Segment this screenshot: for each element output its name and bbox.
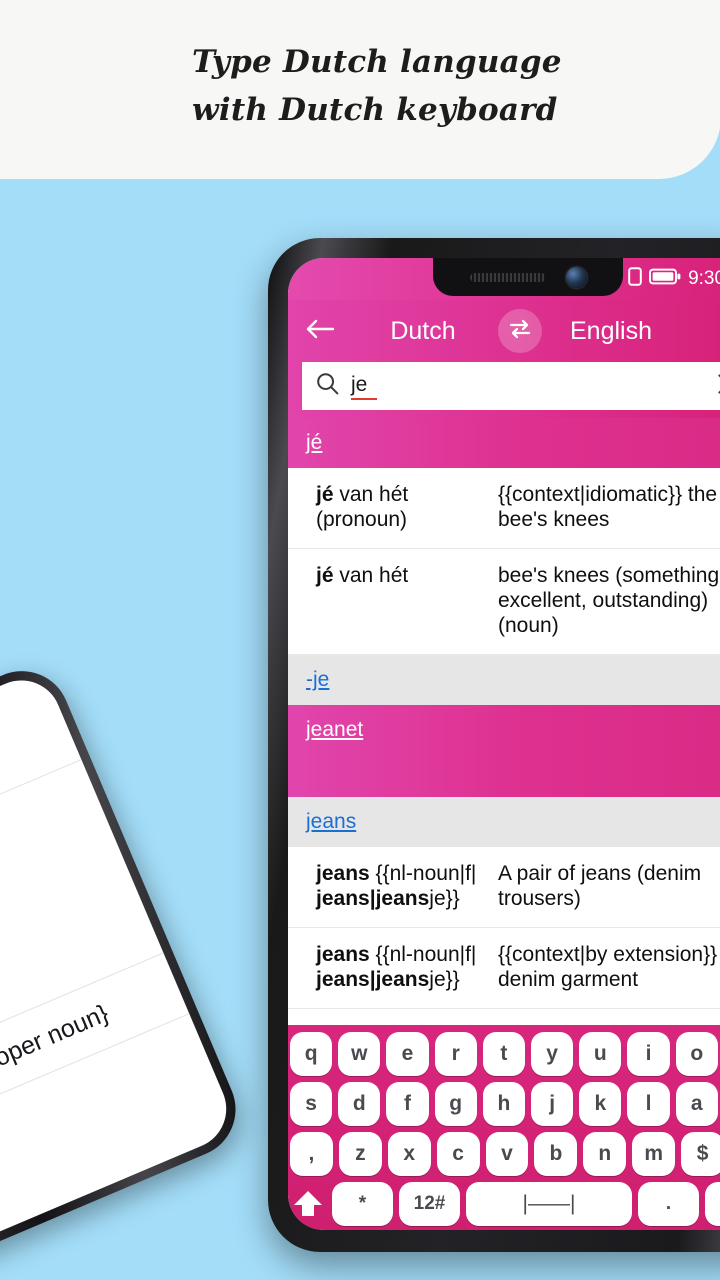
key-x[interactable]: x <box>387 1132 431 1176</box>
key-r[interactable]: r <box>434 1032 477 1076</box>
result-header[interactable]: -je <box>288 655 720 705</box>
main-phone: 9:30 a.m Dutch Eng <box>268 238 720 1252</box>
status-time: 9:30 a.m <box>688 268 720 289</box>
entry-definition: {{context|idiomatic}} the bee's knees <box>498 483 718 531</box>
key-i[interactable]: i <box>627 1032 670 1076</box>
key-dollar[interactable]: $ <box>681 1132 720 1176</box>
key-e[interactable]: e <box>386 1032 429 1076</box>
key-y[interactable]: y <box>531 1032 574 1076</box>
dictionary-entry[interactable]: jé van hét bee's knees (something excell… <box>288 549 720 655</box>
entry-term-rest: {{nl-noun|f| <box>369 943 477 966</box>
entry-term-rest-2: je}} <box>429 968 460 991</box>
entry-term: jeans {{nl-noun|f| jeans|jeansje}} <box>288 861 498 911</box>
key-o[interactable]: o <box>675 1032 718 1076</box>
key-n[interactable]: n <box>583 1132 627 1176</box>
entry-term-bold: jé <box>316 564 334 587</box>
entry-definition: A pair of jeans (denim trousers) <box>498 862 702 910</box>
front-camera <box>565 266 587 288</box>
entry-definition: bee's knees (something excellent, outsta… <box>498 564 720 637</box>
key-f[interactable]: f <box>386 1082 429 1126</box>
entry-term-bold: jé <box>316 483 334 506</box>
entry-term: jé van hét <box>288 563 498 638</box>
key-z[interactable]: z <box>338 1132 382 1176</box>
keyboard-row-3: , z x c v b n m $ <box>288 1132 720 1176</box>
search-bar[interactable]: je <box>302 362 720 410</box>
key-l[interactable]: l <box>627 1082 670 1126</box>
entry-term: jeans {{nl-noun|f| jeans|jeansje}} <box>288 942 498 992</box>
entry-term-bold: jeans <box>316 862 370 885</box>
sim-icon <box>628 267 642 291</box>
back-arrow-icon <box>305 317 335 346</box>
entry-term-rest: van hét <box>333 564 409 587</box>
result-header-label: -je <box>306 668 330 691</box>
dictionary-entry[interactable]: jeans {{nl-noun|f| jeans|jeansje}} A pai… <box>288 847 720 928</box>
key-u[interactable]: u <box>579 1032 622 1076</box>
result-header-selected[interactable]: jeanet <box>288 705 720 797</box>
key-m[interactable]: m <box>632 1132 676 1176</box>
key-less-than[interactable]: < <box>705 1182 720 1226</box>
key-j[interactable]: j <box>531 1082 574 1126</box>
status-bar: 9:30 a.m <box>288 258 720 300</box>
key-s[interactable]: s <box>290 1082 333 1126</box>
key-space[interactable]: |——| <box>466 1182 632 1226</box>
result-header-label: jé <box>306 431 323 454</box>
key-d[interactable]: d <box>338 1082 381 1126</box>
key-c[interactable]: c <box>436 1132 480 1176</box>
result-header-label: jeans <box>306 810 357 833</box>
target-language[interactable]: English <box>542 317 720 346</box>
key-w[interactable]: w <box>338 1032 381 1076</box>
close-icon[interactable] <box>716 372 720 401</box>
promo-headline: Type Dutch language with Dutch keyboard <box>192 44 562 128</box>
key-a[interactable]: a <box>675 1082 718 1126</box>
dictionary-entry[interactable]: jeans {{nl-noun|f| (invariable) The <box>288 1009 720 1025</box>
key-q[interactable]: q <box>290 1032 333 1076</box>
key-h[interactable]: h <box>482 1082 526 1126</box>
keyboard-row-2: s d f g h j k l a ; <box>288 1082 720 1126</box>
search-input[interactable]: je <box>351 372 377 400</box>
keyboard-row-4: * 12# |——| . < <box>288 1182 720 1226</box>
secondary-phone-frame: proper ork {nl-proper noun} <box>0 656 251 1264</box>
entry-term-bold-2: jeans|jeans <box>316 887 430 910</box>
entry-term-rest: {{nl-noun|f| <box>369 862 477 885</box>
secondary-phone: proper ork {nl-proper noun} <box>0 656 251 1264</box>
app-bar: Dutch English <box>288 300 720 362</box>
battery-icon <box>649 268 681 290</box>
swap-languages-button[interactable] <box>498 309 542 353</box>
back-button[interactable] <box>292 317 348 346</box>
entry-term-bold: jeans <box>316 943 370 966</box>
result-header[interactable]: jeans <box>288 797 720 847</box>
search-icon <box>316 372 339 400</box>
key-b[interactable]: b <box>534 1132 578 1176</box>
key-g[interactable]: g <box>434 1082 477 1126</box>
results-list[interactable]: jé jé van hét (pronoun) {{context|idioma… <box>288 418 720 1025</box>
earpiece-speaker <box>469 272 546 282</box>
notch <box>433 258 623 296</box>
entry-term: jé van hét (pronoun) <box>288 482 498 532</box>
key-v[interactable]: v <box>485 1132 529 1176</box>
key-t[interactable]: t <box>482 1032 526 1076</box>
keyboard-row-1: q w e r t y u i o p <box>288 1032 720 1076</box>
source-language[interactable]: Dutch <box>348 317 498 346</box>
dictionary-entry[interactable]: jé van hét (pronoun) {{context|idiomatic… <box>288 468 720 549</box>
result-header[interactable]: jé <box>288 418 720 468</box>
entry-definition: {{context|by extension}} Any denim garme… <box>498 943 720 991</box>
swap-icon <box>507 318 533 345</box>
key-k[interactable]: k <box>579 1082 622 1126</box>
entry-term-bold-2: jeans|jeans <box>316 968 430 991</box>
on-screen-keyboard[interactable]: q w e r t y u i o p s d f g h j k l a <box>288 1025 720 1230</box>
entry-term-rest-2: je}} <box>429 887 460 910</box>
secondary-phone-screen: proper ork {nl-proper noun} <box>0 667 239 1253</box>
promo-banner: Type Dutch language with Dutch keyboard <box>0 0 720 179</box>
dictionary-entry[interactable]: jeans {{nl-noun|f| jeans|jeansje}} {{con… <box>288 928 720 1009</box>
key-period[interactable]: . <box>637 1182 699 1226</box>
search-container: je <box>288 362 720 418</box>
result-header-label: jeanet <box>306 718 364 741</box>
key-numeric-switch[interactable]: 12# <box>399 1182 461 1226</box>
main-phone-screen: 9:30 a.m Dutch Eng <box>288 258 720 1230</box>
key-comma[interactable]: , <box>290 1132 333 1176</box>
key-asterisk[interactable]: * <box>332 1182 394 1226</box>
